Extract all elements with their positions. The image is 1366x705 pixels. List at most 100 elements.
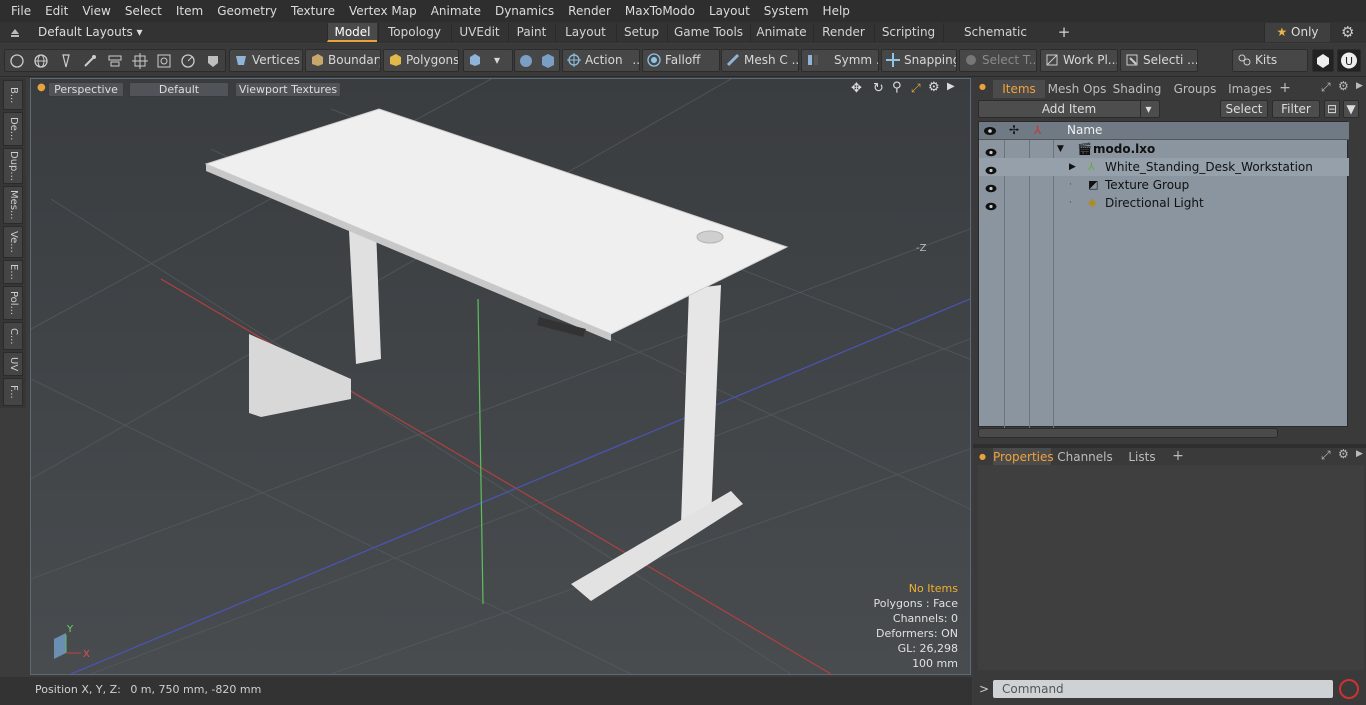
tab-game-tools[interactable]: Game Tools (667, 23, 749, 42)
sphere-snap-icon[interactable] (518, 53, 534, 71)
funnel-icon[interactable]: ▼ (1343, 100, 1359, 118)
eye-icon[interactable] (985, 198, 997, 211)
list-item[interactable]: ▶ ⅄ White_Standing_Desk_Workstation (979, 158, 1349, 176)
expand-icon[interactable]: ⤢ (1321, 80, 1331, 95)
selection-sets-button[interactable]: Selecti ... (1120, 49, 1198, 72)
menu-vertex-map[interactable]: Vertex Map (342, 0, 424, 22)
command-input[interactable]: Command (993, 680, 1333, 698)
tab-items[interactable]: Items (993, 80, 1045, 98)
menu-edit[interactable]: Edit (38, 0, 75, 22)
menu-item[interactable]: Item (169, 0, 210, 22)
fit-view-icon[interactable]: ⤢ (911, 81, 921, 96)
viewport-scene[interactable] (31, 79, 970, 674)
default-shading-button[interactable]: Default (129, 82, 229, 97)
props-gear-icon[interactable]: ⚙ (1338, 447, 1349, 461)
menu-geometry[interactable]: Geometry (210, 0, 284, 22)
zoom-icon[interactable]: ⚲ (892, 80, 902, 95)
menu-help[interactable]: Help (816, 0, 857, 22)
tab-paint[interactable]: Paint (508, 23, 554, 42)
panel-gear-icon[interactable]: ⚙ (1338, 79, 1349, 93)
menu-texture[interactable]: Texture (284, 0, 342, 22)
panel-dot-icon[interactable]: ● (979, 82, 986, 91)
select-through-button[interactable]: Select T... (959, 49, 1037, 72)
tab-channels[interactable]: Channels (1055, 448, 1115, 466)
expand-triangle-icon[interactable]: ▼ (1057, 140, 1064, 158)
left-tab-deform[interactable]: De... (3, 112, 23, 146)
add-panel-tab-button[interactable]: + (1278, 79, 1292, 97)
menu-select[interactable]: Select (118, 0, 169, 22)
cube-snap-icon[interactable] (540, 53, 556, 71)
center-icon[interactable] (132, 53, 148, 71)
props-menu-arrow-icon[interactable]: ▶ (1356, 449, 1363, 459)
left-tab-uv[interactable]: UV (3, 352, 23, 376)
name-column-header[interactable]: Name (1067, 123, 1102, 137)
viewport-gear-icon[interactable]: ⚙ (928, 80, 940, 95)
tab-shading[interactable]: Shading (1109, 80, 1165, 98)
vertices-button[interactable]: Vertices (229, 49, 303, 72)
viewport-menu-arrow-icon[interactable]: ▶ (947, 81, 955, 92)
move-view-icon[interactable]: ✥ (851, 81, 862, 96)
tab-schematic-fusion[interactable]: Schematic Fusion (943, 23, 1047, 58)
circle-select-icon[interactable] (9, 53, 25, 71)
shield-icon[interactable] (205, 53, 221, 71)
snapping-button[interactable]: Snapping (881, 49, 957, 72)
left-tab-fusion[interactable]: F... (3, 378, 23, 406)
brush-icon[interactable] (82, 53, 98, 71)
tab-setup[interactable]: Setup (616, 23, 666, 42)
filter-button[interactable]: Filter (1272, 100, 1320, 118)
select-button[interactable]: Select (1220, 100, 1268, 118)
tab-animate[interactable]: Animate (750, 23, 812, 42)
collapse-icon[interactable]: ⊟ (1324, 100, 1340, 118)
left-tab-vertex[interactable]: Ve... (3, 226, 23, 258)
add-tab-button[interactable]: + (1050, 23, 1078, 42)
globe-icon[interactable] (33, 53, 49, 71)
symmetry-button[interactable]: Symm ... (801, 49, 879, 72)
collapsed-triangle-icon[interactable]: ▶ (1069, 158, 1076, 176)
tab-groups[interactable]: Groups (1167, 80, 1223, 98)
list-item[interactable]: · ◩ Texture Group (979, 176, 1349, 194)
tab-uvedit[interactable]: UVEdit (451, 23, 507, 42)
only-toggle[interactable]: ★ Only (1264, 23, 1330, 42)
layout-switch-icon[interactable] (8, 25, 22, 42)
props-dot-icon[interactable]: ● (979, 452, 986, 461)
tab-model[interactable]: Model (327, 23, 377, 42)
action-center-button[interactable]: Action ... (562, 49, 640, 72)
menu-view[interactable]: View (75, 0, 117, 22)
viewport-textures-button[interactable]: Viewport Textures (235, 82, 341, 97)
menu-system[interactable]: System (757, 0, 816, 22)
tab-lists[interactable]: Lists (1119, 448, 1165, 466)
tab-layout[interactable]: Layout (555, 23, 615, 42)
lasso-icon[interactable] (180, 53, 196, 71)
tab-render[interactable]: Render (813, 23, 873, 42)
left-tab-duplicate[interactable]: Dup... (3, 148, 23, 184)
unity-icon[interactable] (1312, 49, 1334, 72)
add-item-button[interactable]: Add Item ▾ (978, 100, 1160, 118)
tab-mesh-ops[interactable]: Mesh Ops (1047, 80, 1107, 98)
eye-icon[interactable] (985, 180, 997, 193)
layout-selector[interactable]: Default Layouts ▾ (38, 22, 143, 43)
eye-icon[interactable] (985, 144, 997, 157)
pen-icon[interactable] (58, 53, 74, 71)
menu-file[interactable]: File (4, 0, 38, 22)
mesh-constraint-button[interactable]: Mesh C ... (721, 49, 799, 72)
menu-layout[interactable]: Layout (702, 0, 757, 22)
work-plane-button[interactable]: Work Pl... (1040, 49, 1118, 72)
menu-dynamics[interactable]: Dynamics (488, 0, 561, 22)
record-macro-button[interactable] (1339, 679, 1359, 699)
rotate-view-icon[interactable]: ↻ (873, 81, 884, 96)
horizontal-scrollbar[interactable] (978, 428, 1278, 438)
gear-icon[interactable]: ⚙ (1341, 23, 1354, 41)
left-tab-mesh[interactable]: Mes... (3, 186, 23, 224)
tab-scripting[interactable]: Scripting (874, 23, 942, 42)
left-tab-polygon[interactable]: Pol... (3, 286, 23, 320)
kits-button[interactable]: Kits (1232, 49, 1308, 72)
tab-topology[interactable]: Topology (378, 23, 450, 42)
menu-maxtomodo[interactable]: MaxToModo (618, 0, 702, 22)
left-tab-edge[interactable]: E... (3, 260, 23, 284)
tab-properties[interactable]: Properties (993, 448, 1054, 466)
unreal-icon[interactable]: U (1337, 49, 1361, 72)
perspective-button[interactable]: Perspective (48, 82, 124, 97)
props-expand-icon[interactable]: ⤢ (1321, 448, 1331, 463)
tab-images[interactable]: Images (1225, 80, 1275, 98)
menu-render[interactable]: Render (561, 0, 618, 22)
